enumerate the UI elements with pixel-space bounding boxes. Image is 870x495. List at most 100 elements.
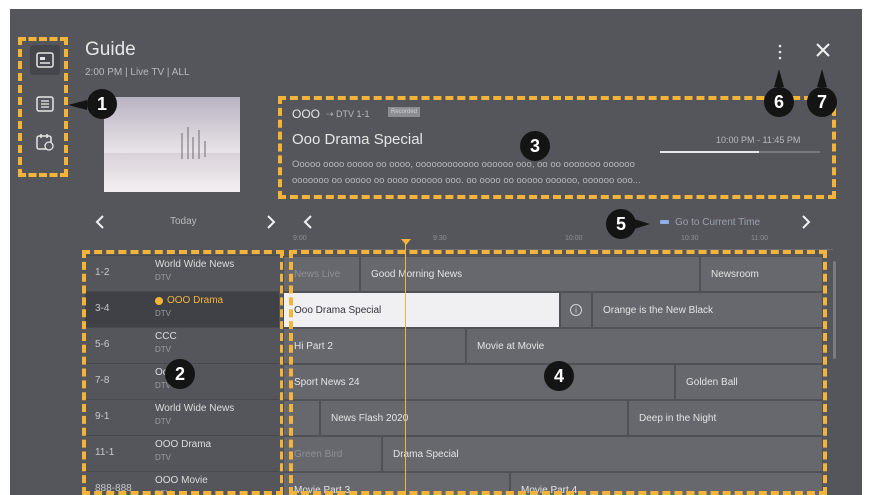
program-info-button[interactable]: i: [560, 292, 592, 328]
callout-4: 4: [544, 361, 574, 391]
channel-number: 9-1: [95, 411, 110, 422]
channel-name: OOO Drama: [155, 439, 212, 450]
next-day-icon[interactable]: [265, 215, 277, 229]
program-cell[interactable]: Green Bird: [283, 436, 382, 472]
info-channel-sub: ⇢ DTV 1-1: [326, 109, 370, 119]
program-title: Movie at Movie: [477, 340, 545, 352]
go-to-current-time-label: Go to Current Time: [675, 216, 761, 228]
callout-7: 7: [807, 87, 837, 117]
channel-name: CCC: [155, 331, 177, 342]
time-tick: 10:00: [565, 235, 583, 242]
time-ruler: 9:00 9:30 10:00 10:30 11:00: [293, 235, 833, 250]
info-description-line1: Ooooo oooo ooooo oo oooo, oooooooooooo o…: [292, 159, 635, 170]
info-progress-fill: [660, 151, 760, 153]
info-progress-track: [660, 151, 820, 153]
program-cell[interactable]: News Flash 2020: [320, 400, 628, 436]
program-title: Ooo Drama Special: [294, 304, 382, 316]
info-channel: OOO: [292, 107, 321, 121]
channel-row[interactable]: 1-2 World Wide News DTV: [85, 255, 279, 292]
channel-type: DTV: [155, 489, 171, 495]
program-info: OOO ⇢ DTV 1-1 Recorded Ooo Drama Special…: [282, 97, 832, 197]
program-title: Movie Part 4: [521, 484, 578, 495]
info-icon: i: [570, 304, 582, 316]
page-title: Guide: [85, 39, 136, 60]
callout-7-pointer: [817, 69, 827, 87]
channel-row[interactable]: 11-1 OOO Drama DTV: [85, 435, 279, 472]
program-title: Orange is the New Black: [603, 304, 714, 316]
channel-row[interactable]: 3-4 OOO Drama DTV: [85, 291, 279, 328]
program-cell[interactable]: Hi Part 2: [283, 328, 466, 364]
channel-number: 11-1: [95, 447, 115, 458]
channel-type: DTV: [155, 453, 171, 462]
page-subtitle: 2:00 PM | Live TV | ALL: [85, 67, 190, 78]
prev-day-icon[interactable]: [94, 215, 106, 229]
callout-5: 5: [606, 209, 636, 239]
program-cell[interactable]: Sport News 24: [283, 364, 675, 400]
next-time-icon[interactable]: [800, 215, 812, 229]
program-cell[interactable]: Drama Special: [382, 436, 823, 472]
program-cell[interactable]: Movie at Movie: [466, 328, 823, 364]
channel-number: 5-6: [95, 339, 110, 350]
guide-screen: Guide 2:00 PM | Live TV | ALL OOO ⇢ DTV …: [10, 9, 862, 495]
calendar-icon[interactable]: [30, 127, 60, 157]
callout-6-pointer: [774, 69, 784, 87]
program-title: Drama Special: [393, 448, 459, 460]
program-cell[interactable]: [283, 400, 320, 436]
program-title: Sport News 24: [294, 376, 360, 388]
list-icon[interactable]: [30, 89, 60, 119]
program-cell[interactable]: News Live: [283, 256, 360, 292]
program-title: Golden Ball: [686, 376, 738, 388]
program-title: Deep in the Night: [639, 412, 717, 424]
time-tick: 9:30: [433, 235, 447, 242]
channel-type: DTV: [155, 417, 171, 426]
callout-6: 6: [764, 87, 794, 117]
info-program-title: Ooo Drama Special: [292, 131, 423, 148]
info-description-line2: ooooooo oo ooooo oo oooo oooooo ooo. oo …: [292, 175, 641, 186]
time-tick: 10:30: [681, 235, 699, 242]
close-icon[interactable]: [815, 42, 831, 58]
program-cell[interactable]: Newsroom: [700, 256, 823, 292]
time-tick: 11:00: [751, 235, 768, 242]
channel-row[interactable]: 9-1 World Wide News DTV: [85, 399, 279, 436]
program-cell[interactable]: Deep in the Night: [628, 400, 823, 436]
channel-name: OOO Drama: [167, 295, 224, 306]
program-title: News Flash 2020: [331, 412, 409, 424]
callout-3: 3: [520, 131, 550, 161]
recorded-badge: Recorded: [388, 107, 421, 117]
sidebar: [10, 9, 78, 495]
day-label: Today: [170, 216, 197, 227]
channel-name: World Wide News: [155, 259, 235, 270]
favorite-icon: [155, 297, 163, 305]
program-title: Hi Part 2: [294, 340, 333, 352]
current-time-line: [405, 241, 406, 495]
channel-number: 3-4: [95, 303, 110, 314]
program-cell[interactable]: Movie Part 3: [283, 472, 510, 495]
go-to-current-time-button[interactable]: Go to Current Time: [660, 215, 760, 229]
guide-icon[interactable]: [30, 45, 60, 75]
program-cell[interactable]: Movie Part 4: [510, 472, 823, 495]
channel-number: 7-8: [95, 375, 110, 386]
time-tick: 9:00: [293, 235, 307, 242]
program-cell[interactable]: Good Morning News: [360, 256, 700, 292]
prev-time-icon[interactable]: [302, 215, 314, 229]
program-grid-scrollbar[interactable]: [833, 261, 836, 359]
program-cell[interactable]: Golden Ball: [675, 364, 823, 400]
callout-1-pointer: [68, 100, 87, 110]
callout-1: 1: [87, 89, 117, 119]
channel-number: 888-888: [95, 483, 132, 494]
program-cell[interactable]: Orange is the New Black: [592, 292, 823, 328]
program-title: News Live: [294, 268, 341, 280]
channel-name: OOO Movie: [155, 475, 208, 486]
channel-type: DTV: [155, 309, 171, 318]
program-cell-selected[interactable]: Ooo Drama Special: [283, 292, 560, 328]
channel-row[interactable]: 888-888 OOO Movie DTV: [85, 471, 279, 495]
program-title: Movie Part 3: [294, 484, 351, 495]
callout-2: 2: [165, 359, 195, 389]
callout-5-pointer: [634, 219, 650, 229]
current-time-head: [401, 239, 411, 245]
preview-thumbnail: [104, 97, 240, 192]
program-title: Newsroom: [711, 268, 759, 280]
channel-number: 1-2: [95, 267, 110, 278]
channel-type: DTV: [155, 345, 171, 354]
more-options-icon[interactable]: [775, 43, 785, 61]
